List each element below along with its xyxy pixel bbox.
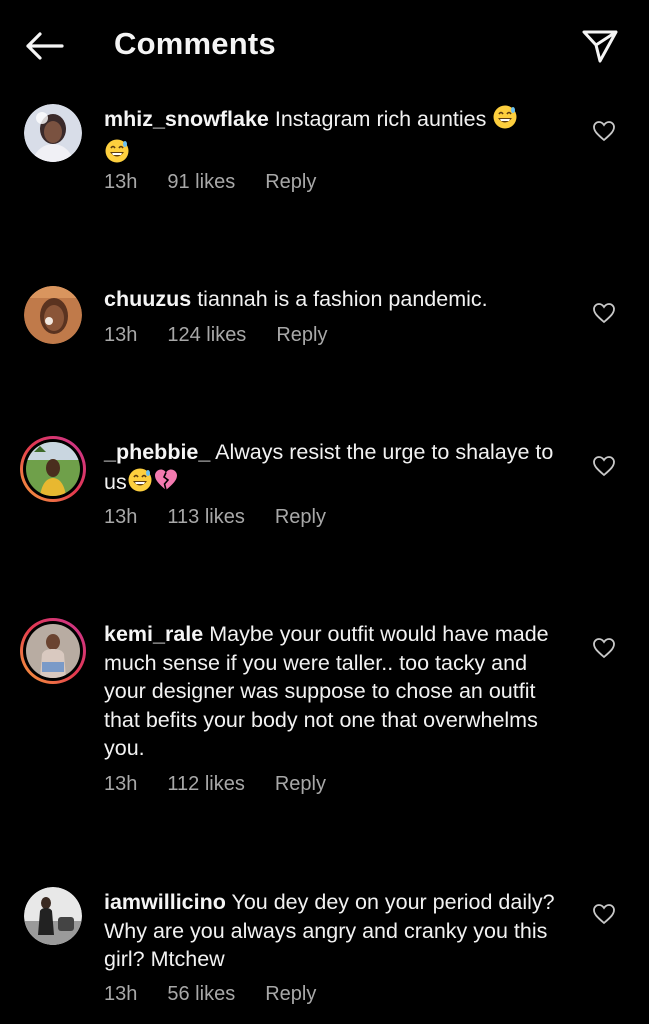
grinning-sweat-emoji-icon [492,104,518,138]
grinning-sweat-emoji-icon [104,138,130,172]
comment-text: kemi_rale Maybe your outfit would have m… [104,620,574,763]
like-count[interactable]: 112 likes [167,773,244,796]
username[interactable]: _phebbie_ [104,440,210,464]
reply-button[interactable]: Reply [275,773,326,796]
avatar[interactable] [24,104,82,162]
heart-icon[interactable] [592,120,616,142]
grinning-sweat-emoji-icon [127,467,153,501]
paper-plane-icon [582,30,618,63]
comment-text: iamwillicino You dey dey on your period … [104,888,574,974]
comment-meta: 13h 91 likes Reply [104,171,316,194]
like-count[interactable]: 113 likes [167,506,244,529]
comment-meta: 13h 56 likes Reply [104,983,316,1006]
comment-text: chuuzus tiannah is a fashion pandemic. [104,285,574,314]
arrow-left-icon [26,32,64,60]
comment-body: tiannah is a fashion pandemic. [197,287,488,311]
heart-icon[interactable] [592,455,616,477]
timestamp: 13h [104,773,138,795]
reply-button[interactable]: Reply [265,171,316,194]
timestamp: 13h [104,983,138,1005]
username[interactable]: mhiz_snowflake [104,107,269,131]
timestamp: 13h [104,506,138,528]
reply-button[interactable]: Reply [265,983,316,1006]
timestamp: 13h [104,324,138,346]
timestamp: 13h [104,171,138,193]
avatar-with-story-ring[interactable] [20,436,86,502]
reply-button[interactable]: Reply [275,506,326,529]
page-title: Comments [114,26,276,61]
avatar[interactable] [24,887,82,945]
top-bar: Comments [0,0,649,90]
back-button[interactable] [22,26,66,66]
comment-meta: 13h 112 likes Reply [104,773,326,796]
reply-button[interactable]: Reply [276,324,327,347]
share-button[interactable] [578,24,622,68]
comment-text: _phebbie_ Always resist the urge to shal… [104,438,574,500]
avatar-with-story-ring[interactable] [20,618,86,684]
like-count[interactable]: 124 likes [167,324,246,347]
username[interactable]: kemi_rale [104,622,203,646]
comment-meta: 13h 124 likes Reply [104,324,327,347]
heart-icon[interactable] [592,302,616,324]
heart-icon[interactable] [592,903,616,925]
avatar[interactable] [24,286,82,344]
like-count[interactable]: 91 likes [167,171,235,194]
heart-icon[interactable] [592,637,616,659]
comment-text: mhiz_snowflake Instagram rich aunties [104,104,574,171]
like-count[interactable]: 56 likes [167,983,235,1006]
comment-body: Instagram rich aunties [274,107,487,131]
username[interactable]: iamwillicino [104,890,226,914]
broken-heart-emoji-icon [153,467,179,501]
comment-meta: 13h 113 likes Reply [104,506,326,529]
username[interactable]: chuuzus [104,287,191,311]
